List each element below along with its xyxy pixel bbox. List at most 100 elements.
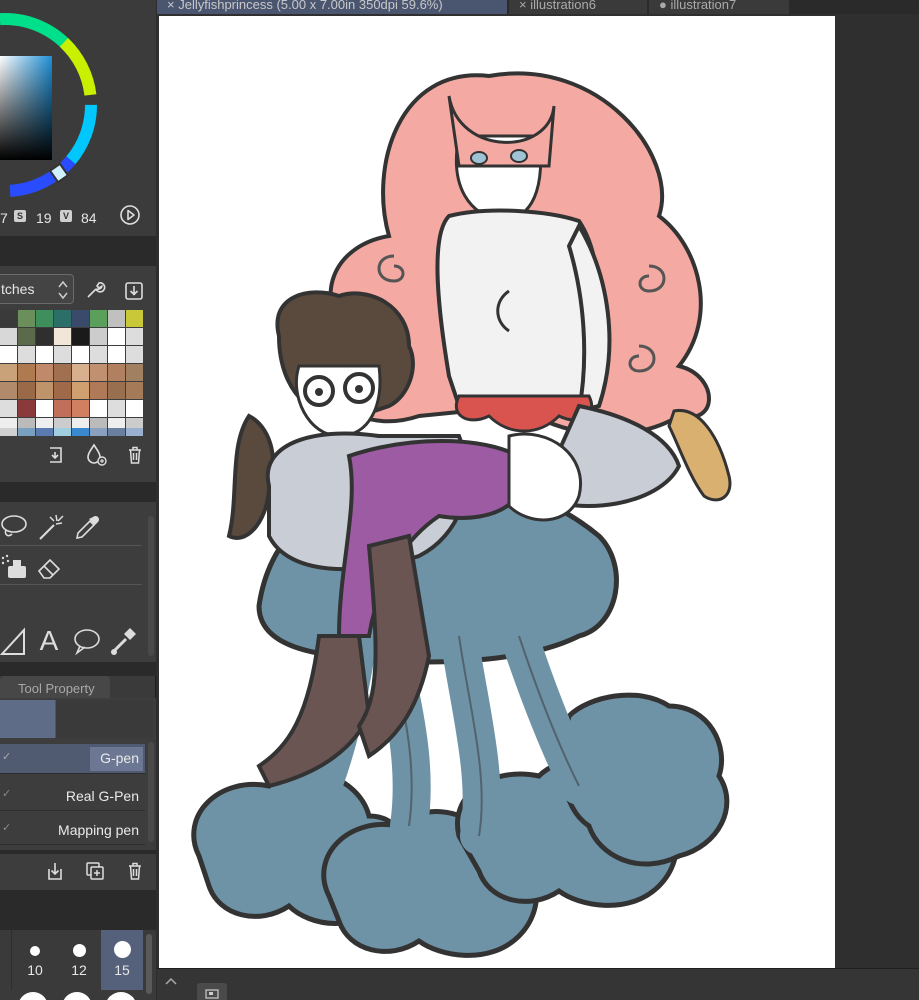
text-tool-icon[interactable]: A bbox=[34, 624, 64, 654]
palette-swatch[interactable] bbox=[126, 364, 143, 381]
add-droplet-icon[interactable] bbox=[84, 442, 110, 468]
import-icon[interactable] bbox=[123, 280, 145, 302]
palette-swatch[interactable] bbox=[18, 400, 35, 417]
palette-swatch[interactable] bbox=[126, 428, 143, 436]
brush-size-cell-partial[interactable] bbox=[0, 930, 12, 990]
palette-set-dropdown[interactable]: tches bbox=[0, 274, 74, 304]
palette-swatch[interactable] bbox=[0, 310, 17, 327]
palette-swatch[interactable] bbox=[18, 428, 35, 436]
palette-swatch[interactable] bbox=[108, 364, 125, 381]
palette-swatch[interactable] bbox=[54, 328, 71, 345]
tab-tool-property[interactable]: Tool Property bbox=[0, 676, 110, 698]
palette-swatch[interactable] bbox=[0, 382, 17, 399]
eraser-icon[interactable] bbox=[34, 552, 64, 582]
tab-jellyfishprincess[interactable]: × Jellyfishprincess (5.00 x 7.00in 350dp… bbox=[157, 0, 507, 14]
brush-list-scrollbar[interactable] bbox=[148, 742, 154, 842]
play-icon[interactable] bbox=[119, 204, 141, 226]
eyedropper-icon[interactable] bbox=[72, 512, 102, 542]
brush-size-10[interactable]: 10 bbox=[14, 930, 56, 990]
tab-illustration6[interactable]: × illustration6 bbox=[509, 0, 647, 14]
palette-swatch[interactable] bbox=[36, 346, 53, 363]
palette-swatch[interactable] bbox=[72, 328, 89, 345]
palette-swatch[interactable] bbox=[72, 428, 89, 436]
brush-item-mapping-pen[interactable]: ✓ Mapping pen bbox=[0, 815, 145, 845]
palette-swatch[interactable] bbox=[108, 400, 125, 417]
palette-swatch[interactable] bbox=[54, 346, 71, 363]
tool-panel-scrollbar[interactable] bbox=[148, 516, 154, 656]
palette-swatch[interactable] bbox=[72, 382, 89, 399]
trash-icon[interactable] bbox=[124, 444, 146, 466]
palette-swatch[interactable] bbox=[36, 328, 53, 345]
palette-swatch[interactable] bbox=[0, 400, 17, 417]
palette-swatch[interactable] bbox=[72, 346, 89, 363]
palette-swatch[interactable] bbox=[0, 428, 17, 436]
palette-swatch[interactable] bbox=[36, 400, 53, 417]
palette-swatch[interactable] bbox=[18, 346, 35, 363]
color-wheel[interactable] bbox=[0, 0, 100, 200]
palette-swatch[interactable] bbox=[36, 382, 53, 399]
palette-swatch[interactable] bbox=[54, 382, 71, 399]
palette-swatch[interactable] bbox=[0, 364, 17, 381]
palette-swatch[interactable] bbox=[90, 382, 107, 399]
palette-swatch[interactable] bbox=[0, 328, 17, 345]
palette-swatch[interactable] bbox=[72, 364, 89, 381]
brush-item-g-pen[interactable]: ✓ G-pen bbox=[0, 744, 145, 774]
ruler-icon[interactable] bbox=[0, 626, 30, 656]
palette-swatch[interactable] bbox=[126, 382, 143, 399]
palette-swatch[interactable] bbox=[90, 364, 107, 381]
palette-swatch[interactable] bbox=[126, 310, 143, 327]
palette-swatch[interactable] bbox=[108, 310, 125, 327]
palette-swatch[interactable] bbox=[90, 400, 107, 417]
palette-swatch[interactable] bbox=[0, 346, 17, 363]
palette-swatch[interactable] bbox=[18, 364, 35, 381]
navigator-button[interactable] bbox=[197, 983, 227, 1000]
eye-pupil bbox=[355, 385, 363, 393]
palette-swatch[interactable] bbox=[108, 382, 125, 399]
palette-swatch[interactable] bbox=[18, 382, 35, 399]
duplicate-icon[interactable] bbox=[84, 860, 106, 882]
palette-swatch[interactable] bbox=[54, 364, 71, 381]
palette-swatch[interactable] bbox=[126, 400, 143, 417]
palette-swatch[interactable] bbox=[108, 346, 125, 363]
palette-swatch[interactable] bbox=[90, 428, 107, 436]
palette-swatch[interactable] bbox=[18, 328, 35, 345]
canvas-paper[interactable] bbox=[159, 16, 835, 968]
palette-swatch[interactable] bbox=[108, 328, 125, 345]
lasso-icon[interactable] bbox=[0, 512, 30, 542]
canvas-area[interactable] bbox=[157, 14, 919, 968]
palette-swatch[interactable] bbox=[90, 310, 107, 327]
palette-swatch[interactable] bbox=[126, 346, 143, 363]
tab-illustration7[interactable]: ● illustration7 bbox=[649, 0, 789, 14]
tab-close-icon[interactable]: × bbox=[167, 0, 175, 12]
document-tab-bar: × Jellyfishprincess (5.00 x 7.00in 350dp… bbox=[157, 0, 919, 14]
palette-swatch[interactable] bbox=[72, 400, 89, 417]
palette-swatch[interactable] bbox=[54, 400, 71, 417]
wrench-icon[interactable] bbox=[84, 279, 106, 301]
sub-tool-preview[interactable] bbox=[0, 700, 55, 738]
palette-swatch[interactable] bbox=[18, 310, 35, 327]
speech-balloon-icon[interactable] bbox=[72, 626, 102, 656]
correct-line-icon[interactable] bbox=[108, 626, 138, 656]
palette-swatch[interactable] bbox=[36, 428, 53, 436]
palette-swatch[interactable] bbox=[90, 328, 107, 345]
palette-swatch[interactable] bbox=[108, 428, 125, 436]
palette-swatch[interactable] bbox=[72, 310, 89, 327]
brush-size-12[interactable]: 12 bbox=[58, 930, 100, 990]
chevron-up-icon[interactable] bbox=[163, 975, 179, 987]
palette-swatch[interactable] bbox=[36, 364, 53, 381]
magic-wand-icon[interactable] bbox=[36, 512, 66, 542]
brush-size-scrollbar[interactable] bbox=[146, 934, 152, 994]
trash-icon[interactable] bbox=[124, 860, 146, 882]
airbrush-icon[interactable] bbox=[0, 552, 30, 582]
palette-swatch[interactable] bbox=[90, 346, 107, 363]
palette-swatch-grid[interactable] bbox=[0, 310, 144, 436]
brush-item-real-g-pen[interactable]: ✓ Real G-Pen bbox=[0, 781, 145, 811]
add-color-icon[interactable] bbox=[44, 444, 66, 466]
palette-swatch[interactable] bbox=[36, 310, 53, 327]
palette-swatch[interactable] bbox=[54, 310, 71, 327]
palette-swatch[interactable] bbox=[54, 428, 71, 436]
import-icon[interactable] bbox=[44, 860, 66, 882]
tab-close-icon[interactable]: × bbox=[519, 0, 527, 12]
palette-swatch[interactable] bbox=[126, 328, 143, 345]
brush-size-15[interactable]: 15 bbox=[101, 930, 143, 990]
